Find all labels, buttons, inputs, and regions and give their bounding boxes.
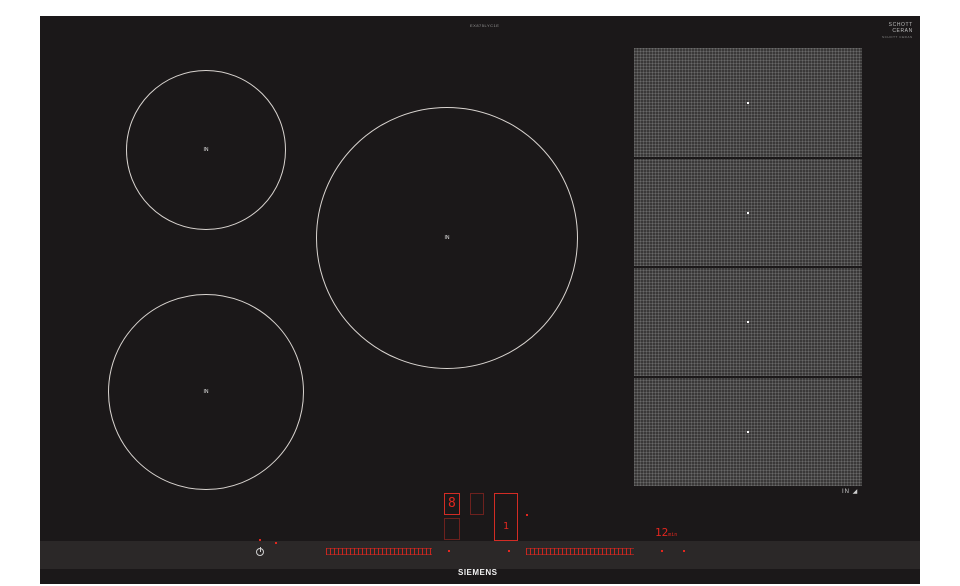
zone-label: IN: [203, 147, 209, 153]
flex-zone-segment-2[interactable]: [634, 159, 862, 266]
control-panel: [40, 541, 920, 569]
flex-zone-footer: IN ◢: [842, 489, 859, 495]
zone-label: IN: [203, 389, 209, 395]
timer-display[interactable]: 12min: [655, 526, 677, 539]
cooking-zone-large-center[interactable]: IN: [316, 107, 578, 369]
power-icon[interactable]: [256, 547, 264, 556]
zone-center-mark: [747, 101, 749, 104]
zone-center-mark: [747, 431, 749, 433]
timer-minus[interactable]: [661, 550, 663, 552]
zone-select-right[interactable]: [508, 550, 510, 552]
power-slider-right[interactable]: [526, 548, 634, 555]
zone-label: IN: [444, 235, 450, 241]
zone-select-left[interactable]: [448, 550, 450, 552]
power-slider-left[interactable]: [326, 548, 432, 555]
zone-display-lower[interactable]: [444, 518, 460, 540]
flex-zone-segment-1[interactable]: [634, 48, 862, 157]
cooktop-glass: EX875LYC1E SCHOTT CERAN SCHOTT CERAN IN …: [40, 16, 920, 584]
flex-zone-segment-3[interactable]: [634, 268, 862, 376]
zone-display[interactable]: 8: [444, 493, 460, 515]
boost-display[interactable]: 1: [494, 493, 518, 541]
indicator-dot: [526, 514, 528, 516]
timer-plus[interactable]: [683, 550, 685, 552]
power-indicator-dot: [259, 539, 261, 541]
schott-ceran-logo: SCHOTT CERAN SCHOTT CERAN: [882, 22, 913, 39]
cooking-zone-bottom-left[interactable]: IN: [108, 294, 304, 490]
flex-zone-segment-4[interactable]: [634, 378, 862, 486]
zone-center-mark: [747, 321, 749, 323]
lock-indicator-dot: [275, 542, 277, 544]
cooking-zone-top-left[interactable]: IN: [126, 70, 286, 230]
model-code: EX875LYC1E: [470, 23, 500, 28]
brand-logo: SIEMENS: [458, 568, 498, 577]
zone-display-secondary[interactable]: [470, 493, 484, 515]
pan-icon: ◢: [852, 489, 859, 495]
zone-center-mark: [747, 211, 749, 214]
